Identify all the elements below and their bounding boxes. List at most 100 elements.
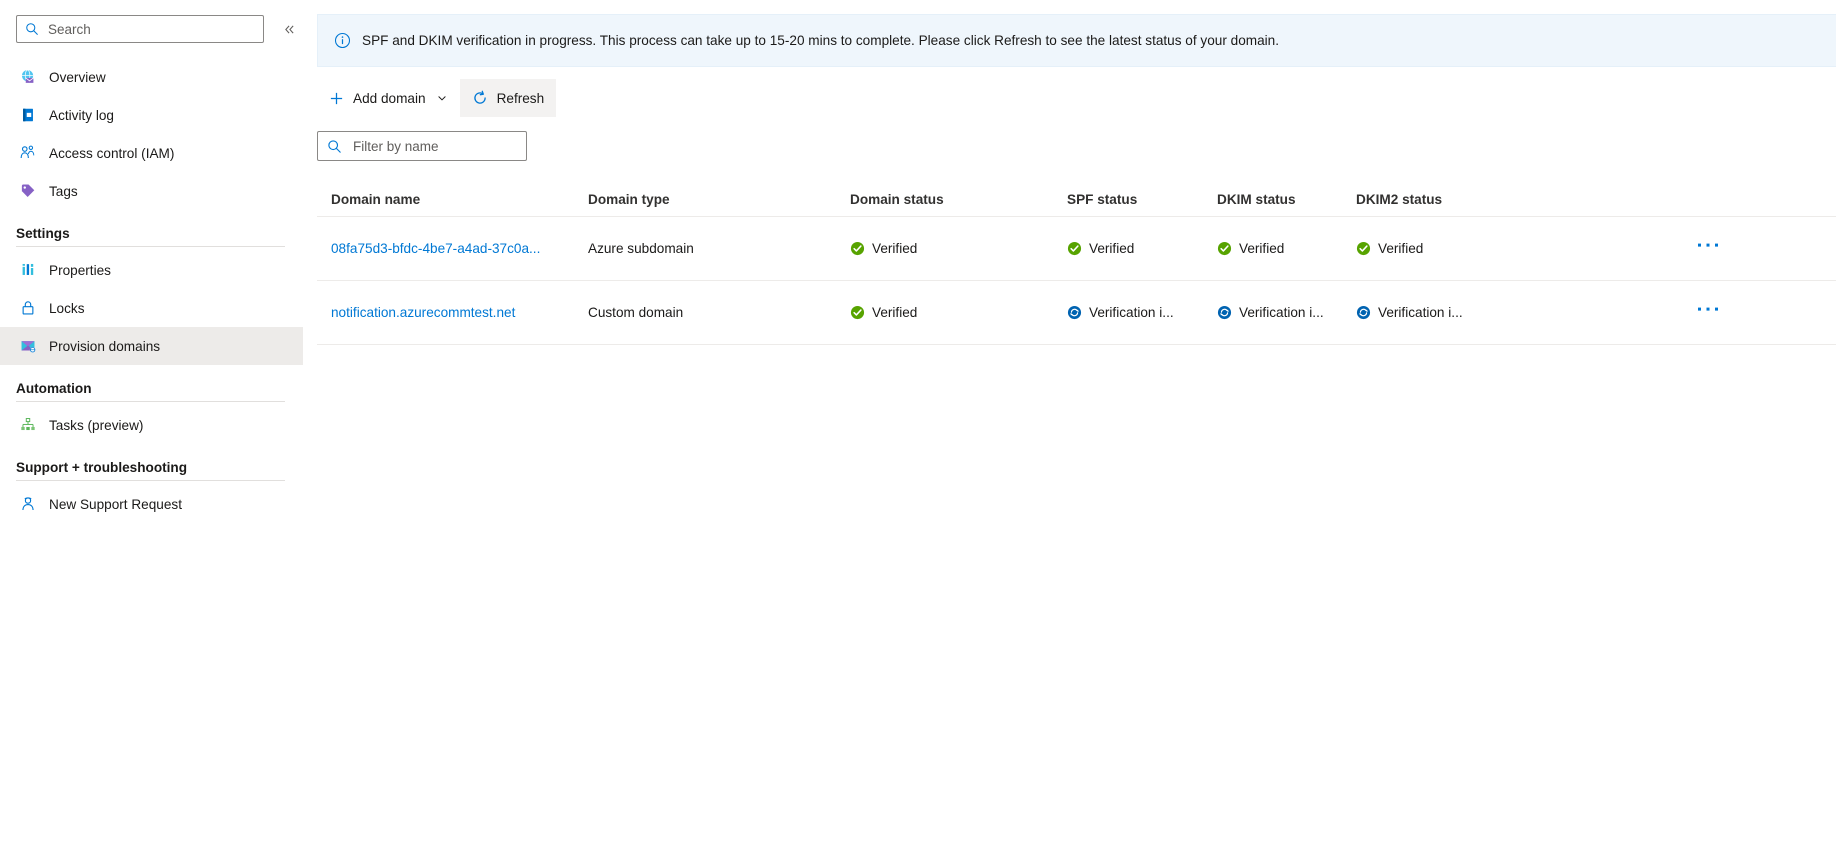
filter-by-name-input[interactable] xyxy=(351,137,517,155)
status-text: Verified xyxy=(872,305,918,320)
domain-name-link[interactable]: notification.azurecommtest.net xyxy=(331,305,515,320)
sidebar-item-tasks[interactable]: Tasks (preview) xyxy=(0,406,303,444)
domain-name-link[interactable]: 08fa75d3-bfdc-4be7-a4ad-37c0a... xyxy=(331,241,540,256)
search-icon xyxy=(327,139,342,154)
sidebar-group-automation: Automation Tasks (preview) xyxy=(0,381,303,444)
info-circle-icon xyxy=(334,32,351,49)
cell-dkim-status: Verified xyxy=(1217,241,1356,256)
ellipsis-horizontal-icon[interactable] xyxy=(1694,299,1722,327)
lock-icon xyxy=(18,298,38,318)
group-divider xyxy=(16,401,285,402)
sidebar-item-access-control[interactable]: Access control (IAM) xyxy=(0,134,303,172)
sidebar-item-label: Activity log xyxy=(49,107,114,123)
info-banner-text: SPF and DKIM verification in progress. T… xyxy=(362,32,1280,48)
activity-log-icon xyxy=(18,105,38,125)
group-divider xyxy=(16,480,285,481)
table-header-row: Domain name Domain type Domain status SP… xyxy=(317,183,1836,217)
command-toolbar: Add domain Refresh xyxy=(317,79,1836,117)
sidebar-item-label: Locks xyxy=(49,300,85,316)
cell-dkim2-status: Verification i... xyxy=(1356,305,1596,320)
cell-spf-status: Verification i... xyxy=(1067,305,1217,320)
sidebar-item-provision-domains[interactable]: Provision domains xyxy=(0,327,303,365)
cell-domain-name: 08fa75d3-bfdc-4be7-a4ad-37c0a... xyxy=(331,241,588,256)
sidebar-item-label: Properties xyxy=(49,262,111,278)
tasks-hierarchy-icon xyxy=(18,415,38,435)
sync-in-progress-blue-icon xyxy=(1217,305,1232,320)
sidebar: Overview Activity log Acc xyxy=(0,0,303,860)
add-domain-button[interactable]: Add domain xyxy=(317,79,460,117)
sidebar-item-tags[interactable]: Tags xyxy=(0,172,303,210)
search-box[interactable] xyxy=(16,15,264,43)
status-text: Verification i... xyxy=(1089,305,1174,320)
cell-dkim2-status: Verified xyxy=(1356,241,1596,256)
sidebar-item-overview[interactable]: Overview xyxy=(0,58,303,96)
cell-domain-name: notification.azurecommtest.net xyxy=(331,305,588,320)
sidebar-group-title: Support + troubleshooting xyxy=(16,460,188,475)
sidebar-search-row xyxy=(0,14,303,44)
check-circle-green-icon xyxy=(850,305,865,320)
table-row[interactable]: 08fa75d3-bfdc-4be7-a4ad-37c0a... Azure s… xyxy=(317,217,1836,281)
check-circle-green-icon xyxy=(850,241,865,256)
access-control-people-icon xyxy=(18,143,38,163)
column-header-dkim2-status[interactable]: DKIM2 status xyxy=(1356,192,1596,207)
sidebar-item-label: Tags xyxy=(49,183,78,199)
cell-spf-status: Verified xyxy=(1067,241,1217,256)
status-text: Verified xyxy=(872,241,918,256)
column-header-domain-status[interactable]: Domain status xyxy=(850,192,1067,207)
sidebar-item-new-support-request[interactable]: New Support Request xyxy=(0,485,303,523)
column-header-domain-name[interactable]: Domain name xyxy=(331,192,588,207)
info-banner: SPF and DKIM verification in progress. T… xyxy=(317,14,1836,67)
main-content: SPF and DKIM verification in progress. T… xyxy=(303,0,1836,860)
refresh-button[interactable]: Refresh xyxy=(459,79,557,117)
cell-dkim-status: Verification i... xyxy=(1217,305,1356,320)
status-text: Verified xyxy=(1378,241,1424,256)
sidebar-item-label: New Support Request xyxy=(49,496,182,512)
sidebar-item-label: Tasks (preview) xyxy=(49,417,144,433)
sidebar-collapse-button[interactable] xyxy=(278,18,300,40)
chevron-down-icon[interactable] xyxy=(436,92,448,104)
column-header-spf-status[interactable]: SPF status xyxy=(1067,192,1217,207)
check-circle-green-icon xyxy=(1356,241,1371,256)
sidebar-item-label: Overview xyxy=(49,69,106,85)
table-row[interactable]: notification.azurecommtest.net Custom do… xyxy=(317,281,1836,345)
sync-in-progress-blue-icon xyxy=(1356,305,1371,320)
refresh-circle-icon xyxy=(472,90,488,106)
cell-domain-status: Verified xyxy=(850,241,1067,256)
tags-icon xyxy=(18,181,38,201)
sidebar-group-support: Support + troubleshooting New Support Re… xyxy=(0,460,303,523)
refresh-label: Refresh xyxy=(496,90,545,106)
column-header-domain-type[interactable]: Domain type xyxy=(588,192,850,207)
check-circle-green-icon xyxy=(1217,241,1232,256)
cell-row-actions xyxy=(1596,299,1836,327)
search-icon xyxy=(25,22,39,36)
sidebar-item-properties[interactable]: Properties xyxy=(0,251,303,289)
column-header-dkim-status[interactable]: DKIM status xyxy=(1217,192,1356,207)
overview-globe-icon xyxy=(18,67,38,87)
sidebar-group-title: Settings xyxy=(16,226,70,241)
status-text: Verification i... xyxy=(1378,305,1463,320)
status-text: Verified xyxy=(1239,241,1285,256)
provision-domains-envelope-icon xyxy=(18,336,38,356)
add-domain-label: Add domain xyxy=(353,90,426,106)
cell-domain-status: Verified xyxy=(850,305,1067,320)
filter-row xyxy=(317,131,1836,161)
check-circle-green-icon xyxy=(1067,241,1082,256)
sidebar-item-label: Provision domains xyxy=(49,338,161,354)
status-text: Verified xyxy=(1089,241,1135,256)
cell-domain-type: Custom domain xyxy=(588,305,684,320)
sidebar-group-title: Automation xyxy=(16,381,92,396)
domains-table: Domain name Domain type Domain status SP… xyxy=(317,183,1836,345)
filter-box[interactable] xyxy=(317,131,527,161)
cell-row-actions xyxy=(1596,235,1836,263)
sync-in-progress-blue-icon xyxy=(1067,305,1082,320)
support-person-icon xyxy=(18,494,38,514)
group-divider xyxy=(16,246,285,247)
sidebar-item-activity-log[interactable]: Activity log xyxy=(0,96,303,134)
sidebar-group-settings: Settings Properties Locks Provision doma… xyxy=(0,226,303,365)
azure-portal-page: Overview Activity log Acc xyxy=(0,0,1836,860)
plus-icon xyxy=(329,91,344,106)
ellipsis-horizontal-icon[interactable] xyxy=(1694,235,1722,263)
sidebar-item-locks[interactable]: Locks xyxy=(0,289,303,327)
cell-domain-type: Azure subdomain xyxy=(588,241,694,256)
search-input[interactable] xyxy=(46,20,255,38)
